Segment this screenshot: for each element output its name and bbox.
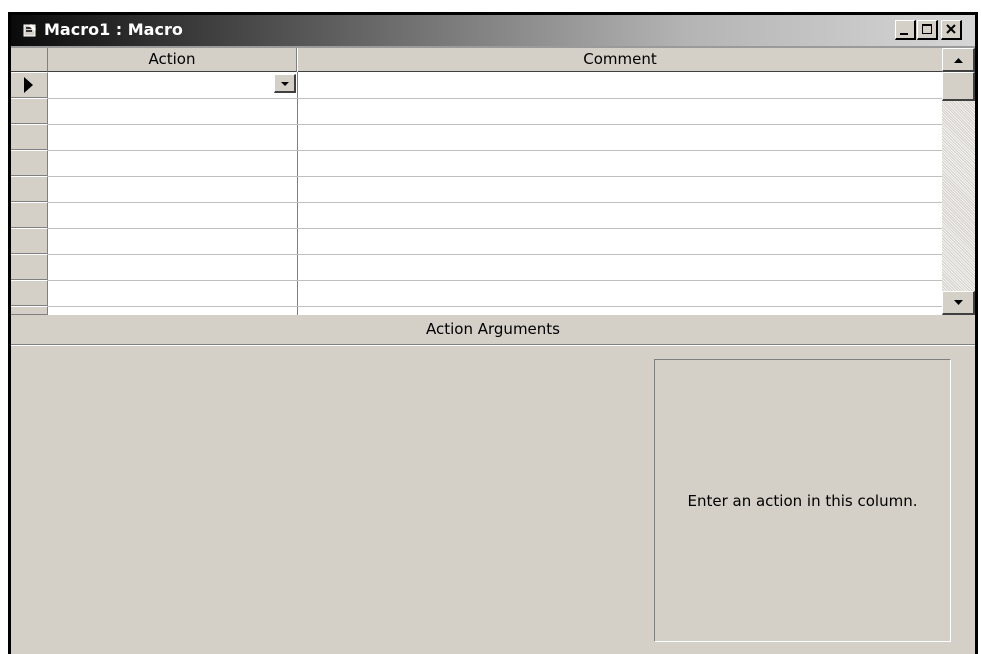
row-gridline [48, 150, 942, 151]
row-selector[interactable] [11, 150, 48, 176]
hint-text: Enter an action in this column. [687, 491, 918, 510]
maximize-button[interactable] [917, 20, 938, 40]
scroll-thumb[interactable] [942, 72, 975, 101]
row-gridline [48, 176, 942, 177]
column-divider [297, 72, 298, 315]
row-selector-column [11, 72, 48, 315]
row-gridline [48, 306, 942, 307]
current-row-arrow-icon [24, 77, 33, 93]
column-header-action[interactable]: Action [48, 48, 297, 72]
column-header-comment[interactable]: Comment [298, 48, 942, 72]
action-dropdown-button[interactable] [274, 74, 296, 93]
row-gridline [48, 228, 942, 229]
row-selector[interactable] [11, 228, 48, 254]
close-icon [946, 24, 956, 34]
row-gridline [48, 124, 942, 125]
row-selector[interactable] [11, 72, 48, 98]
row-gridline [48, 254, 942, 255]
scroll-down-button[interactable] [942, 291, 975, 315]
macro-icon [23, 24, 36, 37]
action-arguments-heading: Action Arguments [426, 320, 560, 338]
window-title: Macro1 : Macro [44, 20, 183, 39]
row-gridline [48, 280, 942, 281]
arrow-down-icon [954, 300, 963, 305]
macro-grid: Action Comment [11, 48, 975, 315]
row-selector[interactable] [11, 306, 48, 315]
select-all-corner[interactable] [11, 48, 48, 72]
row-selector[interactable] [11, 176, 48, 202]
arrow-up-icon [954, 58, 963, 63]
comment-cell[interactable] [299, 73, 939, 97]
row-selector[interactable] [11, 124, 48, 150]
scroll-up-button[interactable] [942, 48, 975, 72]
hint-panel: Enter an action in this column. [654, 359, 951, 642]
row-selector[interactable] [11, 202, 48, 228]
divider [11, 345, 975, 346]
action-cell[interactable] [49, 73, 274, 97]
maximize-icon [922, 24, 932, 34]
vertical-scrollbar[interactable] [942, 48, 975, 315]
row-selector[interactable] [11, 254, 48, 280]
minimize-button[interactable] [895, 20, 916, 40]
row-gridline [48, 202, 942, 203]
title-bar[interactable]: Macro1 : Macro [11, 15, 975, 48]
minimize-icon [900, 33, 908, 35]
chevron-down-icon [281, 82, 289, 86]
row-gridline [48, 98, 942, 99]
row-selector[interactable] [11, 280, 48, 306]
row-selector[interactable] [11, 98, 48, 124]
close-button[interactable] [941, 20, 962, 40]
macro-window: Macro1 : Macro Action Comment Action Arg… [8, 12, 978, 654]
